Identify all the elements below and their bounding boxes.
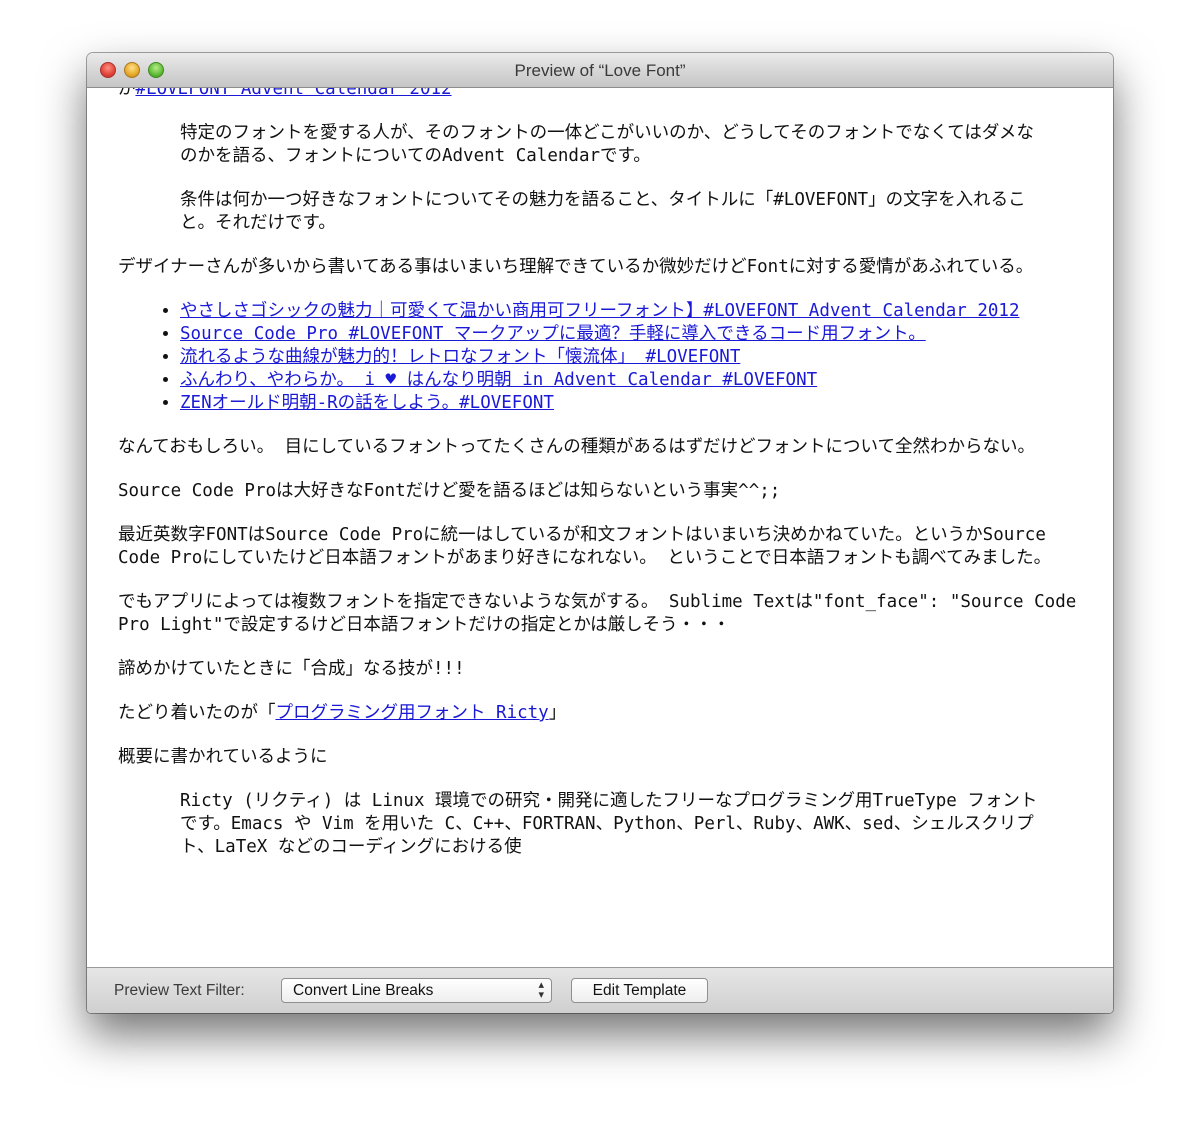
- blockquote-advent: 特定のフォントを愛する人が、そのフォントの一体どこがいいのか、どうしてそのフォン…: [180, 122, 1040, 235]
- quote-paragraph: 条件は何か一つ好きなフォントについてその魅力を語ること、タイトルに「#LOVEF…: [180, 190, 1026, 233]
- preview-window: Preview of “Love Font” が#LOVEFONT Advent…: [87, 53, 1113, 1013]
- list-item: やさしさゴシックの魅力｜可愛くて温かい商用可フリーフォント】#LOVEFONT …: [180, 300, 1078, 323]
- list-item: 流れるような曲線が魅力的！レトロなフォント「懐流体」 #LOVEFONT: [180, 346, 1078, 369]
- list-item: ZENオールド明朝-Rの話をしよう。#LOVEFONT: [180, 392, 1078, 415]
- body-paragraph: たどり着いたのが「プログラミング用フォント Ricty」: [118, 703, 567, 723]
- text-filter-value: Convert Line Breaks: [293, 982, 434, 999]
- list-item: ふんわり、やわらか。 i ♥ はんなり明朝 in Advent Calendar…: [180, 369, 1078, 392]
- intro-paragraph: が#LOVEFONT Advent Calendar 2012: [118, 88, 1078, 101]
- body-paragraph: 諦めかけていたときに「合成」なる技が!!!: [118, 659, 465, 679]
- list-link[interactable]: ふんわり、やわらか。 i ♥ はんなり明朝 in Advent Calendar…: [180, 370, 817, 390]
- list-item: Source Code Pro #LOVEFONT マークアップに最適？手軽に導…: [180, 323, 1078, 346]
- body-paragraph: デザイナーさんが多いから書いてある事はいまいち理解できているか微妙だけどFont…: [118, 257, 1034, 277]
- blockquote-ricty: Ricty (リクティ) は Linux 環境での研究・開発に適したフリーなプロ…: [180, 790, 1040, 859]
- advent-calendar-link[interactable]: #LOVEFONT Advent Calendar 2012: [136, 88, 452, 99]
- list-link[interactable]: ZENオールド明朝-Rの話をしよう。#LOVEFONT: [180, 393, 554, 413]
- preview-content[interactable]: が#LOVEFONT Advent Calendar 2012 特定のフォントを…: [87, 88, 1113, 967]
- bottom-toolbar: Preview Text Filter: Convert Line Breaks…: [87, 967, 1113, 1013]
- body-paragraph: でもアプリによっては複数フォントを指定できないような気がする。 Sublime …: [118, 592, 1077, 635]
- preview-document: が#LOVEFONT Advent Calendar 2012 特定のフォントを…: [118, 88, 1078, 880]
- quote-paragraph: 特定のフォントを愛する人が、そのフォントの一体どこがいいのか、どうしてそのフォン…: [180, 123, 1034, 166]
- updown-arrows-icon: ▴ ▾: [538, 979, 544, 1001]
- body-paragraph: 最近英数字FONTはSource Code Proに統一はしているが和文フォント…: [118, 525, 1052, 568]
- ricty-link[interactable]: プログラミング用フォント Ricty: [276, 703, 549, 723]
- filter-label: Preview Text Filter:: [114, 982, 245, 999]
- body-paragraph: Source Code Proは大好きなFontだけど愛を語るほどは知らないとい…: [118, 481, 781, 501]
- body-paragraph: なんておもしろい。 目にしているフォントってたくさんの種類があるはずだけどフォン…: [118, 437, 1036, 457]
- list-link[interactable]: Source Code Pro #LOVEFONT マークアップに最適？手軽に導…: [180, 324, 926, 344]
- window-title: Preview of “Love Font”: [514, 61, 686, 80]
- body-paragraph: 概要に書かれているように: [118, 747, 328, 767]
- quote-paragraph: Ricty (リクティ) は Linux 環境での研究・開発に適したフリーなプロ…: [180, 791, 1038, 857]
- list-link[interactable]: やさしさゴシックの魅力｜可愛くて温かい商用可フリーフォント】#LOVEFONT …: [180, 301, 1020, 321]
- edit-template-button[interactable]: Edit Template: [571, 978, 708, 1003]
- list-link[interactable]: 流れるような曲線が魅力的！レトロなフォント「懐流体」 #LOVEFONT: [180, 347, 740, 367]
- text-filter-select[interactable]: Convert Line Breaks ▴ ▾: [281, 978, 552, 1003]
- title-bar[interactable]: Preview of “Love Font”: [87, 53, 1113, 88]
- link-list: やさしさゴシックの魅力｜可愛くて温かい商用可フリーフォント】#LOVEFONT …: [118, 300, 1078, 415]
